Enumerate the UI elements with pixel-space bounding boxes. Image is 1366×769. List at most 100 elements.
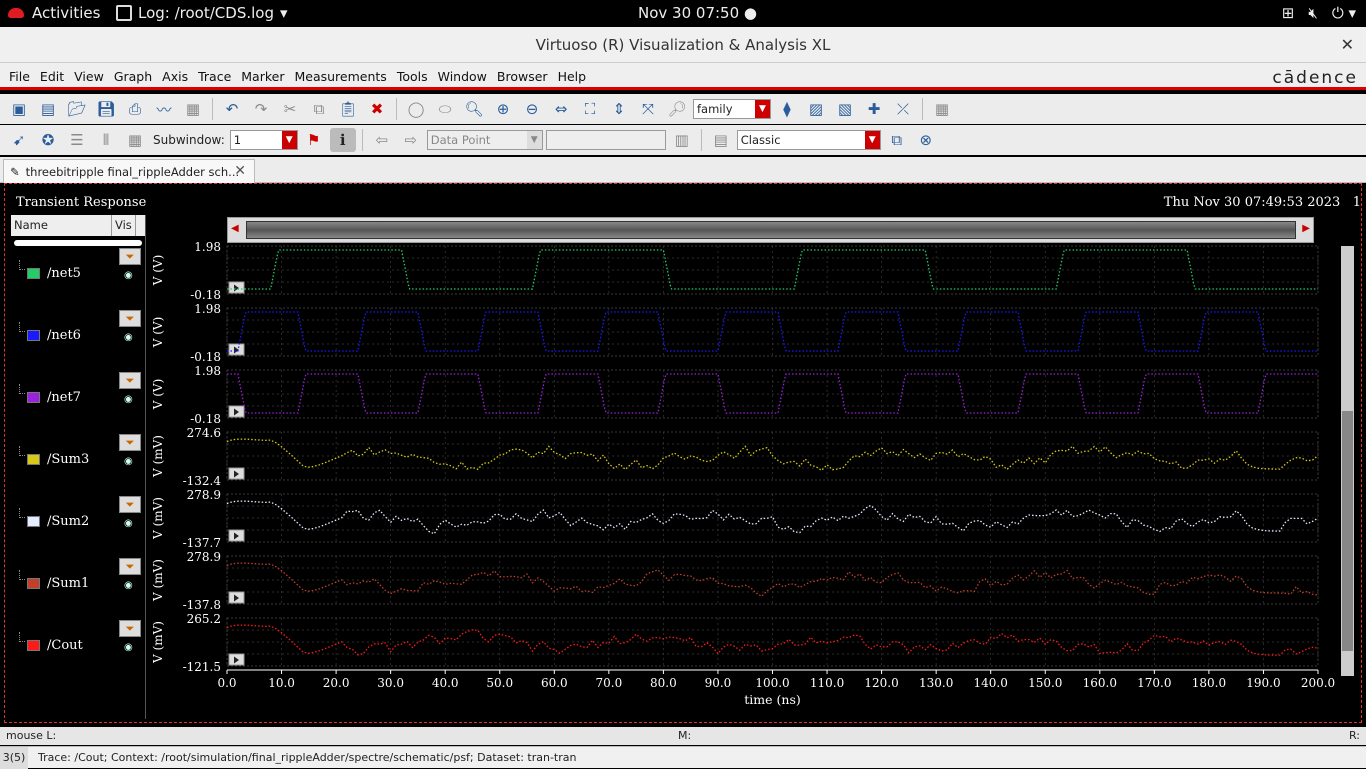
- trace-color-swatch[interactable]: [27, 578, 40, 589]
- menu-marker[interactable]: Marker: [236, 63, 289, 90]
- visibility-eye-icon[interactable]: ◉: [124, 332, 133, 343]
- trace-name[interactable]: /Sum1: [47, 576, 89, 591]
- legend-row[interactable]: /Sum1 ⏷ ◉: [11, 556, 146, 618]
- zoom-disabled-icon[interactable]: 🔎︎: [664, 97, 690, 121]
- prev-arrow-icon[interactable]: ⇦: [369, 128, 395, 152]
- legend-row[interactable]: /Cout ⏷ ◉: [11, 618, 146, 680]
- menu-browser[interactable]: Browser: [492, 63, 553, 90]
- trace-name[interactable]: /Sum3: [47, 452, 89, 467]
- menu-file[interactable]: File: [4, 63, 35, 90]
- export-icon[interactable]: ▦: [180, 97, 206, 121]
- delete-icon[interactable]: ✖: [364, 97, 390, 121]
- waveform-icon[interactable]: 〰: [151, 97, 177, 121]
- legend-row[interactable]: /Sum2 ⏷ ◉: [11, 494, 146, 556]
- datapoint-combo[interactable]: Data Point ▼: [426, 130, 543, 150]
- y-scrollbar[interactable]: [1341, 246, 1354, 676]
- activities-button[interactable]: Activities: [8, 4, 100, 22]
- close-window-button[interactable]: ✕: [1341, 27, 1354, 63]
- trace-color-swatch[interactable]: [27, 640, 40, 651]
- window-copy-icon[interactable]: ⧉: [884, 128, 910, 152]
- menu-edit[interactable]: Edit: [35, 63, 69, 90]
- zoom-icon[interactable]: 🔍︎: [461, 97, 487, 121]
- visibility-eye-icon[interactable]: ◉: [124, 270, 133, 281]
- trace-name[interactable]: /Sum2: [47, 514, 89, 529]
- filter-icon[interactable]: ⏷: [119, 372, 141, 389]
- zoom-in-icon[interactable]: ⊕: [490, 97, 516, 121]
- trace-color-swatch[interactable]: [27, 392, 40, 403]
- menu-axis[interactable]: Axis: [157, 63, 193, 90]
- legend-row[interactable]: /net6 ⏷ ◉: [11, 308, 146, 370]
- scroll-right-icon[interactable]: ▶: [1302, 223, 1310, 234]
- subwindow-combo[interactable]: 1 ▼: [229, 130, 298, 150]
- palette-icon[interactable]: ✪: [35, 128, 61, 152]
- volume-muted-icon[interactable]: 🔇︎: [1308, 4, 1317, 22]
- graph-split-icon[interactable]: ▨: [803, 97, 829, 121]
- trace-name[interactable]: /net5: [47, 266, 81, 281]
- visibility-eye-icon[interactable]: ◉: [124, 394, 133, 405]
- family-combo[interactable]: family ▼: [693, 99, 771, 119]
- graph-strip-icon[interactable]: ▧: [832, 97, 858, 121]
- legend-name-header[interactable]: Name: [11, 215, 112, 236]
- filter-icon[interactable]: ⏷: [119, 496, 141, 513]
- close-tab-button[interactable]: ✕: [234, 163, 246, 179]
- print-icon[interactable]: ⎙: [122, 97, 148, 121]
- window-delete-icon[interactable]: ⊗: [913, 128, 939, 152]
- new-window-icon[interactable]: ▣: [6, 97, 32, 121]
- zoom-x-icon[interactable]: ⇔: [548, 97, 574, 121]
- histogram-icon[interactable]: ▥: [669, 128, 695, 152]
- power-icon[interactable]: ⏻ ▾: [1332, 4, 1356, 22]
- menu-view[interactable]: View: [69, 63, 109, 90]
- legend-row[interactable]: /net5 ⏷ ◉: [11, 246, 146, 308]
- ellipse-icon[interactable]: ⬭: [432, 97, 458, 121]
- column-layout-icon[interactable]: ⫴: [93, 128, 119, 152]
- strip-layout-icon[interactable]: ☰: [64, 128, 90, 152]
- trace-name[interactable]: /Cout: [47, 638, 83, 653]
- trace-net7[interactable]: [227, 373, 1318, 414]
- visibility-eye-icon[interactable]: ◉: [124, 518, 133, 529]
- flag-icon[interactable]: ⚑: [301, 128, 327, 152]
- next-arrow-icon[interactable]: ⇨: [398, 128, 424, 152]
- add-graph-icon[interactable]: ✚: [861, 97, 887, 121]
- undo-icon[interactable]: ↶: [219, 97, 245, 121]
- tab-schematic[interactable]: ✎ threebitripple final_rippleAdder sch..…: [3, 159, 255, 183]
- paste-icon[interactable]: 📋︎: [335, 97, 361, 121]
- x-scrollbar-thumb[interactable]: [246, 221, 1296, 239]
- copy-icon[interactable]: ⧉: [306, 97, 332, 121]
- menu-trace[interactable]: Trace: [193, 63, 236, 90]
- grid-icon[interactable]: ▦: [929, 97, 955, 121]
- filter-icon[interactable]: ⏷: [119, 434, 141, 451]
- menu-tools[interactable]: Tools: [392, 63, 433, 90]
- pointer-icon[interactable]: ➹: [6, 128, 32, 152]
- filter-icon[interactable]: ⏷: [119, 558, 141, 575]
- filter-icon[interactable]: ⏷: [119, 310, 141, 327]
- clock[interactable]: Nov 30 07:50 ●: [638, 4, 757, 22]
- info-icon[interactable]: ℹ: [329, 128, 356, 152]
- system-tray[interactable]: ⊞ 🔇︎ ⏻ ▾: [1282, 4, 1356, 22]
- open-icon[interactable]: 📂︎: [64, 97, 90, 121]
- zoom-y-icon[interactable]: ⇕: [606, 97, 632, 121]
- legend-row[interactable]: /net7 ⏷ ◉: [11, 370, 146, 432]
- trace-color-swatch[interactable]: [27, 454, 40, 465]
- remove-graph-icon[interactable]: ⤫: [890, 97, 916, 121]
- filter-icon[interactable]: ⏷: [119, 620, 141, 637]
- trace-color-swatch[interactable]: [27, 516, 40, 527]
- trace-name[interactable]: /net7: [47, 390, 81, 405]
- menu-window[interactable]: Window: [433, 63, 492, 90]
- scroll-left-icon[interactable]: ◀: [231, 223, 239, 234]
- menu-measurements[interactable]: Measurements: [289, 63, 391, 90]
- trace-name[interactable]: /net6: [47, 328, 81, 343]
- trace-color-swatch[interactable]: [27, 330, 40, 341]
- menu-help[interactable]: Help: [553, 63, 592, 90]
- datapoint-value-field[interactable]: [545, 130, 666, 150]
- legend-row[interactable]: /Sum3 ⏷ ◉: [11, 432, 146, 494]
- visibility-eye-icon[interactable]: ◉: [124, 642, 133, 653]
- visibility-eye-icon[interactable]: ◉: [124, 456, 133, 467]
- trace-color-swatch[interactable]: [27, 268, 40, 279]
- circle-icon[interactable]: ◯: [403, 97, 429, 121]
- legend-vis-header[interactable]: Vis: [112, 215, 136, 236]
- style-combo[interactable]: Classic ▼: [736, 130, 881, 150]
- zoom-out-icon[interactable]: ⊖: [519, 97, 545, 121]
- cut-icon[interactable]: ✂: [277, 97, 303, 121]
- trace-family-icon[interactable]: ⧫: [774, 97, 800, 121]
- fit-icon[interactable]: ⛶: [577, 97, 603, 121]
